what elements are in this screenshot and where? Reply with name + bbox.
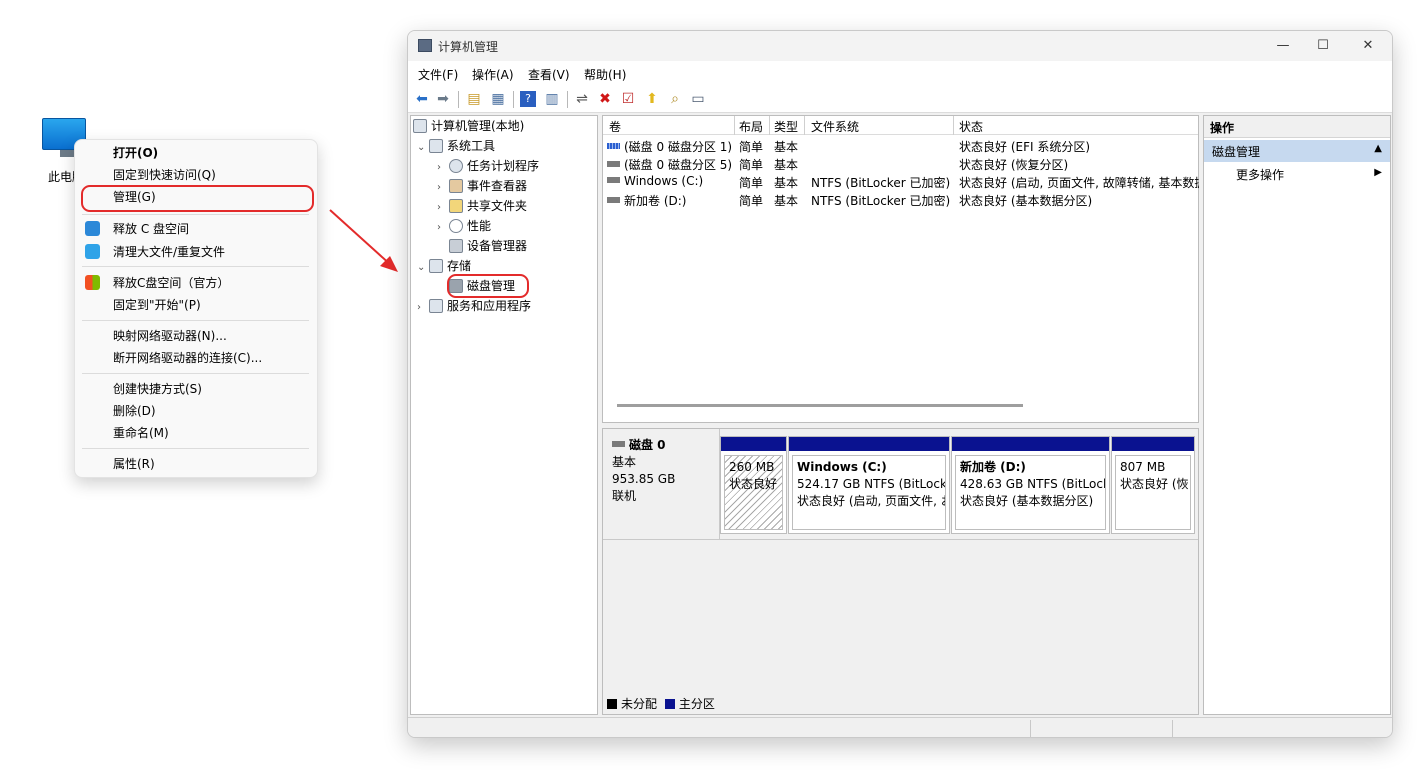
partition-efi[interactable]: 260 MB 状态良好 <box>720 436 787 534</box>
properties-icon[interactable]: ▭ <box>690 91 706 107</box>
volume-list-header: 卷 布局 类型 文件系统 状态 <box>603 116 1198 135</box>
computer-management-icon <box>413 119 427 133</box>
chevron-down-icon[interactable]: ⌄ <box>417 259 429 277</box>
minimize-button[interactable]: — <box>1268 35 1298 57</box>
partition-new-volume-d[interactable]: 新加卷 (D:) 428.63 GB NTFS (BitLock 状态良好 (基… <box>951 436 1110 534</box>
disk-0-info[interactable]: 磁盘 0 基本 953.85 GB 联机 <box>603 429 720 539</box>
tree-item-services-apps[interactable]: › 服务和应用程序 <box>417 297 531 315</box>
tree-item-event-viewer[interactable]: › 事件查看器 <box>437 177 527 195</box>
clock-icon <box>449 159 463 173</box>
tree-item-device-manager[interactable]: 设备管理器 <box>449 237 527 255</box>
actions-header: 操作 <box>1204 116 1390 138</box>
submenu-arrow-icon: ▶ <box>1374 167 1382 178</box>
action-more-actions[interactable]: 更多操作 <box>1236 166 1284 183</box>
computer-management-window: 计算机管理 — ☐ ✕ 文件(F) 操作(A) 查看(V) 帮助(H) ⬅ ➡ … <box>407 30 1393 738</box>
menu-file[interactable]: 文件(F) <box>418 66 458 83</box>
chevron-right-icon[interactable]: › <box>417 299 429 317</box>
horizontal-scrollbar[interactable] <box>617 404 1023 407</box>
legend: 未分配 主分区 <box>607 695 715 712</box>
checklist-icon[interactable]: ☑ <box>620 91 636 107</box>
collapse-up-icon[interactable]: ▲ <box>1374 143 1382 154</box>
computer-management-icon <box>418 39 432 52</box>
arrow-to-window <box>329 209 393 267</box>
maximize-button[interactable]: ☐ <box>1308 35 1338 57</box>
disk-state: 联机 <box>612 489 637 503</box>
chevron-down-icon[interactable]: ⌄ <box>417 139 429 157</box>
chevron-right-icon[interactable]: › <box>437 219 449 237</box>
menu-bar: 文件(F) 操作(A) 查看(V) 帮助(H) <box>408 61 1392 85</box>
tree-item-root[interactable]: 计算机管理(本地) <box>413 117 524 135</box>
disk-icon <box>612 441 625 447</box>
column-header-status[interactable]: 状态 <box>959 118 983 135</box>
tree-item-system-tools[interactable]: ⌄ 系统工具 <box>417 137 495 155</box>
volume-icon <box>607 161 620 167</box>
legend-primary: 主分区 <box>678 697 715 711</box>
column-header-filesystem[interactable]: 文件系统 <box>811 118 859 135</box>
disk-kind: 基本 <box>612 455 637 469</box>
up-folder-icon[interactable]: ▤ <box>466 91 482 107</box>
back-arrow-icon[interactable]: ⬅ <box>414 91 430 107</box>
navigation-tree: 计算机管理(本地) ⌄ 系统工具 › 任务计划程序 › 事件查看器 › 共享文件夹 › 性… <box>410 115 598 715</box>
delete-icon[interactable]: ✖ <box>597 91 613 107</box>
chevron-right-icon[interactable]: › <box>437 179 449 197</box>
tools-icon <box>429 139 443 153</box>
volume-icon <box>607 177 620 183</box>
device-manager-icon <box>449 239 463 253</box>
table-row[interactable]: (磁盘 0 磁盘分区 1) 简单 基本 状态良好 (EFI 系统分区) <box>603 137 1198 155</box>
show-action-pane-icon[interactable]: ▥ <box>544 91 560 107</box>
event-viewer-icon <box>449 179 463 193</box>
legend-swatch-unallocated <box>607 699 617 709</box>
window-title: 计算机管理 <box>438 40 499 54</box>
shared-folder-icon <box>449 199 463 213</box>
column-header-volume[interactable]: 卷 <box>609 118 621 135</box>
tree-item-performance[interactable]: › 性能 <box>437 217 491 235</box>
menu-action[interactable]: 操作(A) <box>472 66 514 83</box>
up-arrow-folder-icon[interactable]: ⬆ <box>644 91 660 107</box>
storage-icon <box>429 259 443 273</box>
tree-item-storage[interactable]: ⌄ 存储 <box>417 257 471 275</box>
volume-list: 卷 布局 类型 文件系统 状态 (磁盘 0 磁盘分区 1) 简单 基本 状态良好… <box>602 115 1199 423</box>
disk-graphical-view: 磁盘 0 基本 953.85 GB 联机 260 MB 状态良好 Windows… <box>602 428 1199 715</box>
column-header-layout[interactable]: 布局 <box>739 118 763 135</box>
table-row[interactable]: Windows (C:) 简单 基本 NTFS (BitLocker 已加密) … <box>603 173 1199 191</box>
action-disk-management[interactable]: 磁盘管理 ▲ <box>1204 140 1390 162</box>
search-folder-icon[interactable]: ⌕ <box>667 91 683 107</box>
performance-icon <box>449 219 463 233</box>
table-row[interactable]: 新加卷 (D:) 简单 基本 NTFS (BitLocker 已加密) 状态良好… <box>603 191 1198 209</box>
status-bar <box>408 717 1392 737</box>
actions-pane: 操作 磁盘管理 ▲ 更多操作 ▶ <box>1203 115 1391 715</box>
partition-windows-c[interactable]: Windows (C:) 524.17 GB NTFS (BitLocke 状态… <box>788 436 950 534</box>
volume-icon <box>607 143 620 149</box>
tree-item-task-scheduler[interactable]: › 任务计划程序 <box>437 157 539 175</box>
disk-size: 953.85 GB <box>612 472 676 486</box>
toolbar: ⬅ ➡ ▤ ▦ ? ▥ ⇌ ✖ ☑ ⬆ ⌕ ▭ <box>408 85 1392 113</box>
table-row[interactable]: (磁盘 0 磁盘分区 5) 简单 基本 状态良好 (恢复分区) <box>603 155 1198 173</box>
chevron-right-icon[interactable]: › <box>437 199 449 217</box>
services-icon <box>429 299 443 313</box>
close-button[interactable]: ✕ <box>1353 35 1383 57</box>
connect-drive-icon[interactable]: ⇌ <box>574 91 590 107</box>
tree-item-shared-folders[interactable]: › 共享文件夹 <box>437 197 527 215</box>
column-header-type[interactable]: 类型 <box>774 118 798 135</box>
disk-name: 磁盘 0 <box>629 438 666 452</box>
forward-arrow-icon[interactable]: ➡ <box>435 91 451 107</box>
volume-icon <box>607 197 620 203</box>
show-hide-tree-icon[interactable]: ▦ <box>490 91 506 107</box>
disk-management-highlight-annotation <box>447 274 529 298</box>
chevron-right-icon[interactable]: › <box>437 159 449 177</box>
help-icon[interactable]: ? <box>520 91 536 107</box>
menu-help[interactable]: 帮助(H) <box>584 66 626 83</box>
title-bar: 计算机管理 — ☐ ✕ <box>408 31 1392 61</box>
partition-recovery[interactable]: 807 MB 状态良好 (恢 <box>1111 436 1195 534</box>
legend-unallocated: 未分配 <box>621 697 658 711</box>
menu-view[interactable]: 查看(V) <box>528 66 570 83</box>
legend-swatch-primary <box>664 699 675 709</box>
